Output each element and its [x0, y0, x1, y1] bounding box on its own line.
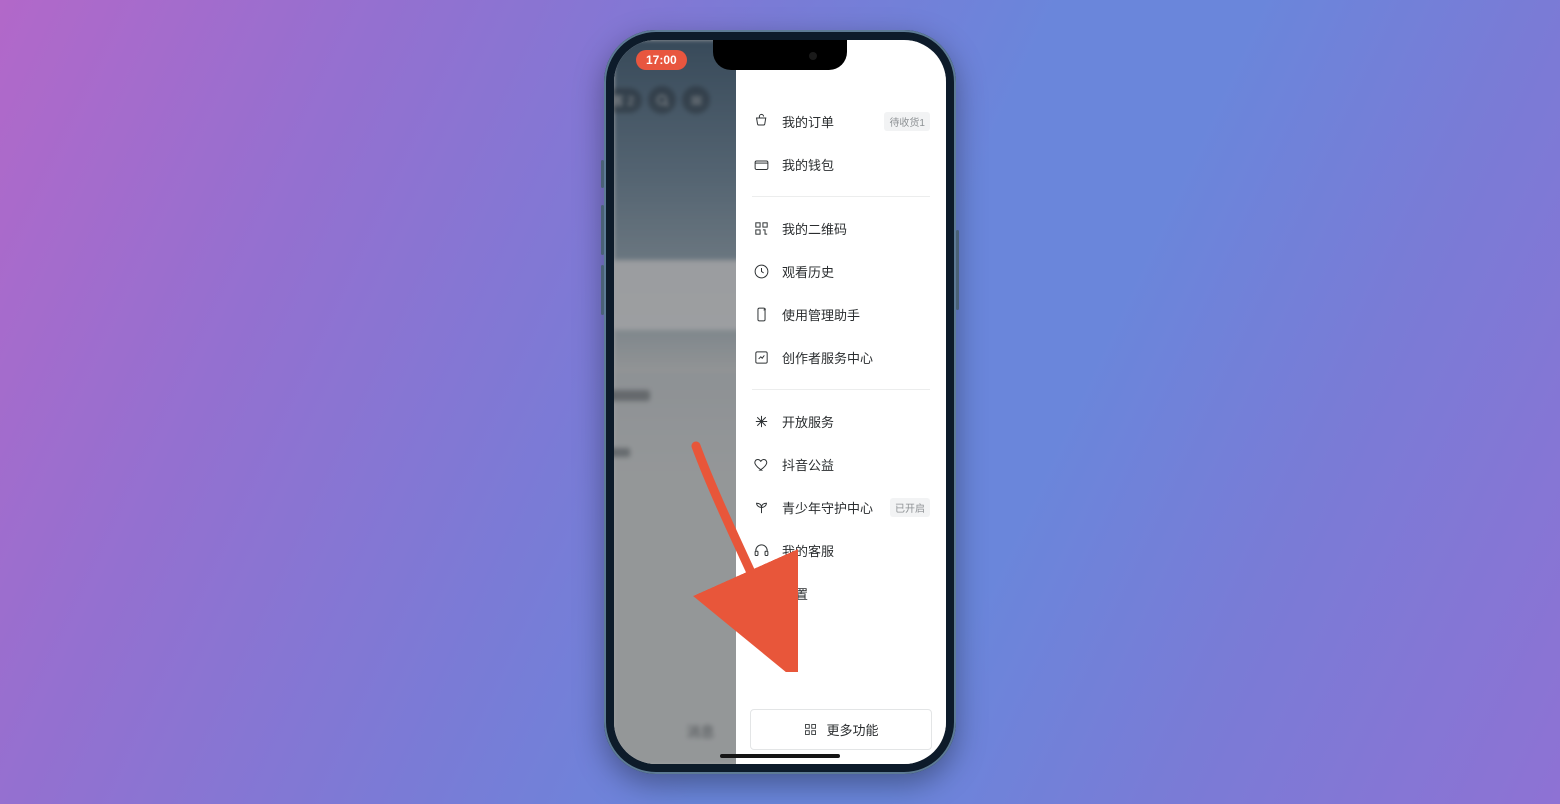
menu-item-label: 我的客服 — [782, 541, 834, 560]
menu-item-settings[interactable]: 设置 — [750, 572, 932, 615]
more-features-button[interactable]: 更多功能 — [750, 709, 932, 750]
side-button-vol-up — [601, 205, 604, 255]
clock-icon — [752, 263, 770, 281]
menu-item-history[interactable]: 观看历史 — [750, 250, 932, 293]
gear-icon — [752, 585, 770, 603]
spark-icon — [752, 413, 770, 431]
menu-item-label: 抖音公益 — [782, 455, 834, 474]
menu-item-youth[interactable]: 青少年守护中心 已开启 — [750, 486, 932, 529]
divider — [752, 196, 930, 197]
headset-icon — [752, 542, 770, 560]
menu-item-assistant[interactable]: 使用管理助手 — [750, 293, 932, 336]
phone-notch — [713, 40, 847, 70]
menu-item-support[interactable]: 我的客服 — [750, 529, 932, 572]
heart-icon — [752, 456, 770, 474]
menu-item-creator[interactable]: 创作者服务中心 — [750, 336, 932, 379]
menu-item-label: 我的钱包 — [782, 155, 834, 174]
side-button-mute — [601, 160, 604, 188]
menu-item-label: 设置 — [782, 584, 808, 603]
menu-item-label: 我的订单 — [782, 112, 834, 131]
menu-item-label: 青少年守护中心 — [782, 498, 873, 517]
drawer-menu: 我的订单 待收货1 我的钱包 — [750, 100, 932, 186]
menu-item-open-services[interactable]: 开放服务 — [750, 400, 932, 443]
menu-item-label: 创作者服务中心 — [782, 348, 873, 367]
chart-icon — [752, 349, 770, 367]
divider — [752, 389, 930, 390]
grid-icon — [803, 722, 818, 737]
status-time-recording: 17:00 — [636, 50, 687, 70]
home-indicator — [720, 754, 840, 758]
phone-frame: 17:00 客 2 消息 我 我的订单 — [604, 30, 956, 774]
side-button-vol-down — [601, 265, 604, 315]
youth-badge: 已开启 — [890, 498, 930, 517]
menu-item-orders[interactable]: 我的订单 待收货1 — [750, 100, 932, 143]
menu-item-qrcode[interactable]: 我的二维码 — [750, 207, 932, 250]
menu-item-welfare[interactable]: 抖音公益 — [750, 443, 932, 486]
phone-icon — [752, 306, 770, 324]
side-button-right — [956, 230, 959, 310]
menu-item-label: 观看历史 — [782, 262, 834, 281]
sprout-icon — [752, 499, 770, 517]
wallet-icon — [752, 156, 770, 174]
menu-item-label: 使用管理助手 — [782, 305, 860, 324]
side-drawer: 我的订单 待收货1 我的钱包 我的二维码 观看历史 — [736, 40, 946, 764]
menu-item-label: 开放服务 — [782, 412, 834, 431]
cart-icon — [752, 113, 770, 131]
qrcode-icon — [752, 220, 770, 238]
phone-screen: 17:00 客 2 消息 我 我的订单 — [614, 40, 946, 764]
orders-badge: 待收货1 — [884, 112, 930, 131]
menu-item-wallet[interactable]: 我的钱包 — [750, 143, 932, 186]
more-features-label: 更多功能 — [826, 720, 878, 739]
menu-item-label: 我的二维码 — [782, 219, 847, 238]
